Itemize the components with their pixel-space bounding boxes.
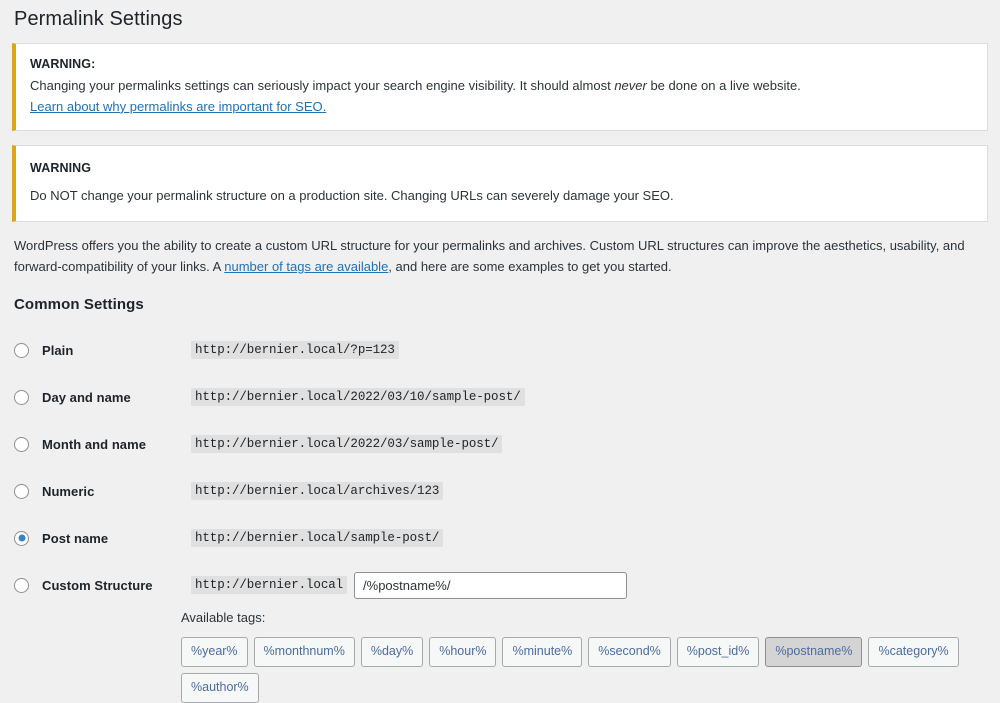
tag-button-minute[interactable]: %minute% <box>502 637 582 667</box>
radio-month-and-name[interactable] <box>14 437 29 452</box>
tag-button-label: %year% <box>191 644 238 658</box>
notice-seo-link[interactable]: Learn about why permalinks are important… <box>30 97 326 117</box>
intro-text-after: , and here are some examples to get you … <box>388 259 671 274</box>
notice-production-warning: WARNING Do NOT change your permalink str… <box>12 145 988 222</box>
page-title: Permalink Settings <box>0 0 1000 43</box>
available-tags-label: Available tags: <box>0 609 1000 627</box>
tag-button-label: %minute% <box>512 644 572 658</box>
tag-button-label: %category% <box>878 644 948 658</box>
permalink-option-day-and-name[interactable]: Day and name http://bernier.local/2022/0… <box>0 374 1000 421</box>
tag-button-monthnum[interactable]: %monthnum% <box>254 637 355 667</box>
notice-permalink-seo-warning: WARNING: Changing your permalinks settin… <box>12 43 988 131</box>
tag-button-label: %author% <box>191 680 249 694</box>
tag-button-post-id[interactable]: %post_id% <box>677 637 760 667</box>
permalink-option-label: Custom Structure <box>42 578 191 593</box>
tag-button-label: %monthnum% <box>264 644 345 658</box>
permalink-option-plain[interactable]: Plain http://bernier.local/?p=123 <box>0 327 1000 374</box>
permalink-options-list: Plain http://bernier.local/?p=123 Day an… <box>0 327 1000 703</box>
tag-button-category[interactable]: %category% <box>868 637 958 667</box>
permalink-option-label: Post name <box>42 531 191 546</box>
tag-button-label: %post_id% <box>687 644 750 658</box>
notice-heading: WARNING <box>30 159 975 178</box>
available-tags-link[interactable]: number of tags are available <box>224 259 388 274</box>
tag-button-hour[interactable]: %hour% <box>429 637 496 667</box>
permalink-option-post-name[interactable]: Post name http://bernier.local/sample-po… <box>0 515 1000 562</box>
permalink-option-label: Numeric <box>42 484 191 499</box>
tag-button-postname[interactable]: %postname% <box>765 637 862 667</box>
custom-structure-input[interactable] <box>354 572 627 599</box>
tag-button-label: %postname% <box>775 644 852 658</box>
tag-button-label: %hour% <box>439 644 486 658</box>
tag-button-label: %second% <box>598 644 661 658</box>
available-tag-buttons: %year% %monthnum% %day% %hour% %minute% … <box>0 627 1000 703</box>
tag-button-label: %day% <box>371 644 413 658</box>
radio-day-and-name[interactable] <box>14 390 29 405</box>
permalink-example-url: http://bernier.local/?p=123 <box>191 341 399 359</box>
permalink-example-url: http://bernier.local/sample-post/ <box>191 529 443 547</box>
notice-body: Do NOT change your permalink structure o… <box>30 186 975 206</box>
notice-heading: WARNING: <box>30 55 975 74</box>
permalink-option-month-and-name[interactable]: Month and name http://bernier.local/2022… <box>0 421 1000 468</box>
tag-button-second[interactable]: %second% <box>588 637 671 667</box>
permalink-option-label: Day and name <box>42 390 191 405</box>
permalink-example-url: http://bernier.local/2022/03/10/sample-p… <box>191 388 525 406</box>
common-settings-heading: Common Settings <box>0 278 1000 313</box>
tag-button-day[interactable]: %day% <box>361 637 423 667</box>
tag-button-year[interactable]: %year% <box>181 637 248 667</box>
notice-body-emphasis: never <box>614 78 647 93</box>
radio-post-name[interactable] <box>14 531 29 546</box>
intro-paragraph: WordPress offers you the ability to crea… <box>0 236 1000 278</box>
permalink-example-url: http://bernier.local/archives/123 <box>191 482 443 500</box>
permalink-option-numeric[interactable]: Numeric http://bernier.local/archives/12… <box>0 468 1000 515</box>
notice-body-text-before: Changing your permalinks settings can se… <box>30 78 614 93</box>
radio-custom-structure[interactable] <box>14 578 29 593</box>
permalink-option-label: Plain <box>42 343 191 358</box>
notice-body-text-after: be done on a live website. <box>647 78 801 93</box>
permalink-example-url: http://bernier.local/2022/03/sample-post… <box>191 435 502 453</box>
tag-button-author[interactable]: %author% <box>181 673 259 703</box>
custom-structure-base-url: http://bernier.local <box>191 576 347 594</box>
permalink-option-custom-structure[interactable]: Custom Structure http://bernier.local <box>0 562 1000 609</box>
permalink-option-label: Month and name <box>42 437 191 452</box>
radio-plain[interactable] <box>14 343 29 358</box>
notice-body: Changing your permalinks settings can se… <box>30 76 975 96</box>
radio-numeric[interactable] <box>14 484 29 499</box>
